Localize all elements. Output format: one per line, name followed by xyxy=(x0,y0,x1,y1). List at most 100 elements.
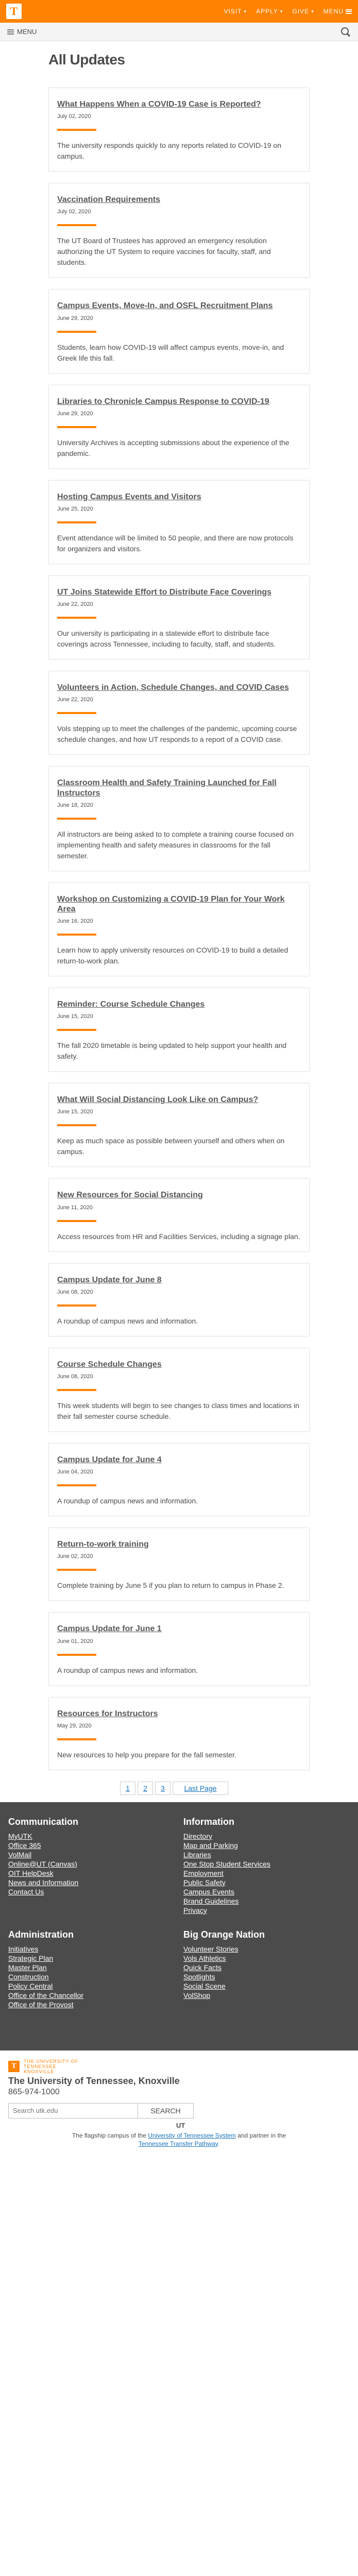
footer-search-button[interactable]: SEARCH xyxy=(138,2103,194,2119)
update-title-link[interactable]: Libraries to Chronicle Campus Response t… xyxy=(57,397,301,406)
footer-link[interactable]: Office of the Provost xyxy=(8,2000,183,2009)
legal-text: . xyxy=(217,2140,220,2147)
footer-link[interactable]: Office of the Chancellor xyxy=(8,1991,183,2000)
update-title-link[interactable]: New Resources for Social Distancing xyxy=(57,1190,301,1200)
update-card: Campus Update for June 4 June 04, 2020 A r… xyxy=(48,1443,310,1517)
update-title-link[interactable]: Vaccination Requirements xyxy=(57,195,301,205)
brand-lockup[interactable]: T THE UNIVERSITY OF TENNESSEE KNOXVILLE xyxy=(8,2059,350,2074)
footer-link[interactable]: Libraries xyxy=(183,1850,353,1859)
last-page-link[interactable]: Last Page xyxy=(173,1781,228,1795)
chevron-down-icon: ▾ xyxy=(280,8,283,14)
orange-divider xyxy=(57,817,96,820)
update-title-link[interactable]: Campus Update for June 4 xyxy=(57,1455,301,1465)
footer-link[interactable]: Policy Central xyxy=(8,1981,183,1991)
update-title-link[interactable]: Volunteers in Action, Schedule Changes, … xyxy=(57,683,301,692)
university-name: The University of Tennessee, Knoxville xyxy=(8,2075,180,2086)
footer-link[interactable]: One Stop Student Services xyxy=(183,1859,353,1869)
menu-button[interactable]: MENU xyxy=(323,8,352,15)
section-menu-button[interactable]: MENU xyxy=(7,28,37,36)
wordmark-line: THE UNIVERSITY OF xyxy=(24,2058,79,2064)
footer-links-area: Communication MyUTK Office 365 VolMail O… xyxy=(0,1802,358,2050)
section-menu-label: MENU xyxy=(17,28,37,36)
footer-link[interactable]: Initiatives xyxy=(8,1944,183,1954)
update-title-link[interactable]: UT Joins Statewide Effort to Distribute … xyxy=(57,587,301,597)
footer-link[interactable]: Master Plan xyxy=(8,1963,183,1972)
update-title-link[interactable]: What Happens When a COVID-19 Case is Rep… xyxy=(57,99,301,109)
footer-grid: Communication MyUTK Office 365 VolMail O… xyxy=(0,1817,358,2009)
update-title-link[interactable]: Return-to-work training xyxy=(57,1539,301,1549)
footer-link[interactable]: Vols Athletics xyxy=(183,1954,353,1963)
update-date: June 18, 2020 xyxy=(57,802,93,808)
update-title-link[interactable]: Resources for Instructors xyxy=(57,1709,301,1719)
phone-number: 865-974-1000 xyxy=(8,2087,60,2096)
update-description: Access resources from HR and Facilities … xyxy=(57,1232,300,1241)
wordmark-line: KNOXVILLE xyxy=(24,2069,55,2074)
orange-divider xyxy=(57,1484,96,1487)
update-card: Return-to-work training June 02, 2020 Comp… xyxy=(48,1528,310,1601)
legal-text: and partner in the xyxy=(235,2131,286,2139)
update-card: Volunteers in Action, Schedule Changes, … xyxy=(48,671,310,755)
update-title-link[interactable]: Course Schedule Changes xyxy=(57,1360,301,1369)
update-description: Learn how to apply university resources … xyxy=(57,946,288,965)
nav-give-link[interactable]: GIVE ▾ xyxy=(292,8,314,15)
footer-link[interactable]: Spotlights xyxy=(183,1972,353,1981)
footer-link[interactable]: Campus Events xyxy=(183,1887,353,1896)
update-title-link[interactable]: Classroom Health and Safety Training Lau… xyxy=(57,778,301,798)
footer-link[interactable]: Social Scene xyxy=(183,1981,353,1991)
orange-divider xyxy=(57,712,96,715)
page-title: All Updates xyxy=(48,52,125,67)
orange-divider xyxy=(57,1569,96,1571)
page-3-link[interactable]: 3 xyxy=(155,1781,171,1795)
footer-link[interactable]: Online@UT (Canvas) xyxy=(8,1859,183,1869)
footer-link[interactable]: Strategic Plan xyxy=(8,1954,183,1963)
orange-divider xyxy=(57,934,96,936)
footer-link[interactable]: Map and Parking xyxy=(183,1841,353,1850)
update-title-link[interactable]: Workshop on Customizing a COVID-19 Plan … xyxy=(57,894,301,914)
footer-link[interactable]: Directory xyxy=(183,1832,353,1841)
footer-link[interactable]: VolShop xyxy=(183,1991,353,2000)
footer-link[interactable]: Privacy xyxy=(183,1906,353,1915)
footer-link[interactable]: Contact Us xyxy=(8,1887,183,1896)
orange-divider xyxy=(57,1124,96,1127)
orange-divider xyxy=(57,129,96,131)
update-date: June 01, 2020 xyxy=(57,1638,93,1645)
footer-link[interactable]: Employment xyxy=(183,1869,353,1878)
footer-link[interactable]: OIT HelpDesk xyxy=(8,1869,183,1878)
ut-logo[interactable]: T xyxy=(6,4,22,19)
footer-search-input[interactable] xyxy=(8,2103,138,2119)
main-content: All Updates What Happens When a COVID-19… xyxy=(0,41,358,1802)
transfer-pathway-link[interactable]: Tennessee Transfer Pathway xyxy=(139,2140,218,2147)
update-title-link[interactable]: Campus Events, Move-In, and OSFL Recruit… xyxy=(57,301,301,311)
footer-link[interactable]: News and Information xyxy=(8,1878,183,1887)
nav-apply-link[interactable]: APPLY ▾ xyxy=(256,8,283,15)
orange-divider xyxy=(57,521,96,523)
footer-heading: Big Orange Nation xyxy=(183,1929,265,1940)
update-description: The fall 2020 timetable is being updated… xyxy=(57,1041,287,1061)
orange-divider xyxy=(57,1304,96,1307)
update-title-link[interactable]: Hosting Campus Events and Visitors xyxy=(57,492,301,502)
page-1-link[interactable]: 1 xyxy=(120,1781,135,1795)
nav-visit-link[interactable]: VISIT ▾ xyxy=(224,8,247,15)
footer-link[interactable]: VolMail xyxy=(8,1850,183,1859)
footer-link[interactable]: MyUTK xyxy=(8,1832,183,1841)
footer-link[interactable]: Quick Facts xyxy=(183,1963,353,1972)
footer-link[interactable]: Brand Guidelines xyxy=(183,1896,353,1906)
page-2-link[interactable]: 2 xyxy=(138,1781,153,1795)
update-description: Event attendance will be limited to 50 p… xyxy=(57,533,294,553)
update-title-link[interactable]: Campus Update for June 1 xyxy=(57,1624,301,1634)
update-card: New Resources for Social Distancing June … xyxy=(48,1178,310,1252)
footer-link[interactable]: Construction xyxy=(8,1972,183,1981)
orange-divider xyxy=(57,1653,96,1656)
update-description: Keep as much space as possible between y… xyxy=(57,1137,285,1156)
footer-link[interactable]: Office 365 xyxy=(8,1841,183,1850)
update-card: Hosting Campus Events and Visitors June 2… xyxy=(48,480,310,564)
update-title-link[interactable]: What Will Social Distancing Look Like on… xyxy=(57,1095,301,1105)
footer-link[interactable]: Public Safety xyxy=(183,1878,353,1887)
update-title-link[interactable]: Campus Update for June 8 xyxy=(57,1275,301,1285)
pagination: 1 2 3 Last Page xyxy=(0,1781,358,1802)
footer-link[interactable]: Volunteer Stories xyxy=(183,1944,353,1954)
search-icon[interactable] xyxy=(340,27,351,37)
ut-system-link[interactable]: University of Tennessee System xyxy=(148,2132,236,2139)
update-title-link[interactable]: Reminder: Course Schedule Changes xyxy=(57,999,301,1009)
updates-list: What Happens When a COVID-19 Case is Rep… xyxy=(0,88,358,1770)
